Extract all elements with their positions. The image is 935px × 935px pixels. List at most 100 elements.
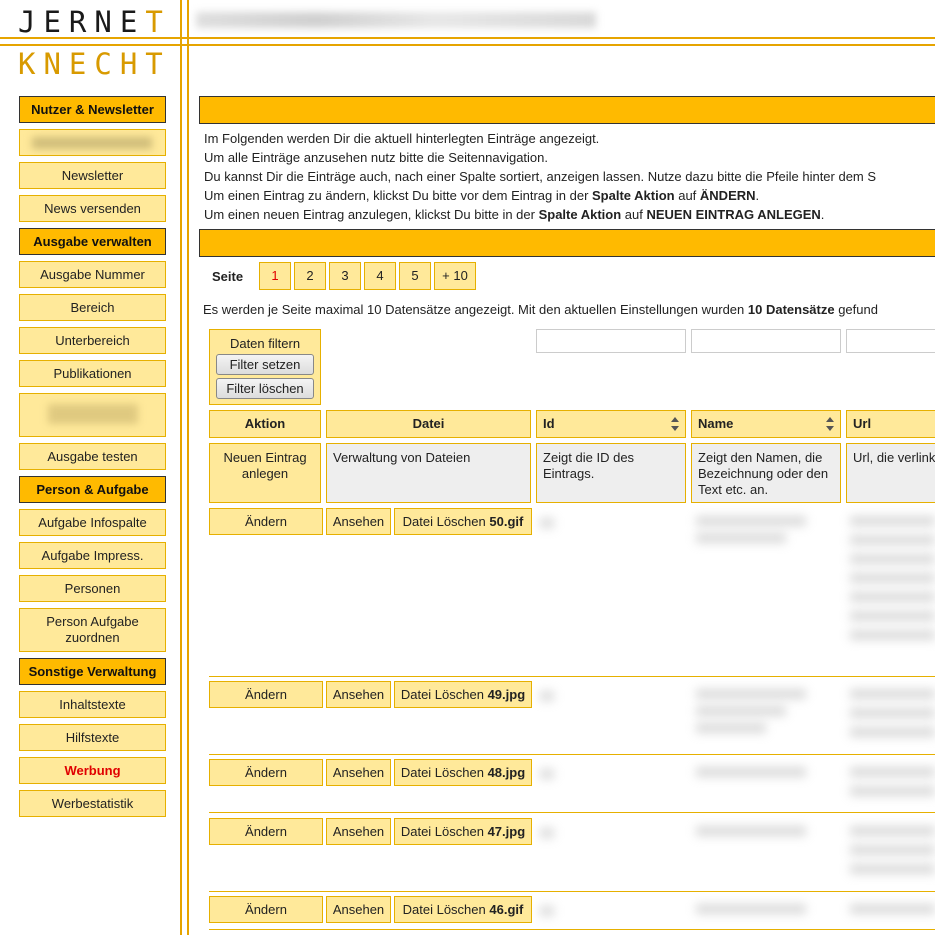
sidebar-nav: Nutzer & Newsletter Newsletter News versen… [19, 96, 166, 823]
sidebar-section-header: Sonstige Verwaltung [19, 658, 166, 685]
blurred-cell [850, 708, 935, 718]
filter-box: Daten filtern Filter setzen Filter lösch… [209, 329, 321, 405]
page-link[interactable]: 2 [294, 262, 326, 290]
edit-button[interactable]: Ändern [209, 818, 323, 845]
blurred-cell [540, 691, 554, 701]
sidebar-section-header: Nutzer & Newsletter [19, 96, 166, 123]
sidebar-item-label: Publikationen [53, 366, 132, 381]
sidebar-item[interactable]: Ausgabe testen [19, 443, 166, 470]
page-link[interactable]: 3 [329, 262, 361, 290]
filter-clear-button[interactable]: Filter löschen [216, 378, 314, 399]
row-divider [209, 929, 935, 930]
blurred-cell [850, 611, 935, 621]
sidebar-item-label: News versenden [44, 201, 141, 216]
blurred-cell [696, 723, 766, 733]
sidebar-item[interactable]: Person Aufgabe zuordnen [19, 608, 166, 652]
sidebar-item[interactable]: Aufgabe Infospalte [19, 509, 166, 536]
blurred-cell [850, 864, 935, 874]
filter-input-name[interactable] [691, 329, 841, 353]
column-header-datei: Datei [326, 410, 531, 438]
edit-button[interactable]: Ändern [209, 896, 323, 923]
view-button[interactable]: Ansehen [326, 896, 391, 923]
logo-line-1: JERNET [18, 5, 171, 39]
file-name: 47.jpg [487, 824, 526, 839]
filter-input-url[interactable] [846, 329, 935, 353]
blurred-cell [850, 516, 935, 526]
filter-input-id[interactable] [536, 329, 686, 353]
blurred-cell [850, 689, 935, 699]
sidebar-item[interactable]: Werbung [19, 757, 166, 784]
blurred-cell [850, 845, 935, 855]
file-name: 49.jpg [487, 687, 526, 702]
column-header-aktion: Aktion [209, 410, 321, 438]
sort-arrows-icon[interactable] [826, 417, 834, 431]
sidebar-item[interactable] [19, 393, 166, 437]
row-divider [209, 676, 935, 677]
sidebar-item[interactable]: Personen [19, 575, 166, 602]
new-entry-button[interactable]: Neuen Eintrag anlegen [209, 443, 321, 503]
file-name: 48.jpg [487, 765, 526, 780]
sidebar-item-label: Inhaltstexte [59, 697, 126, 712]
sidebar-section-header: Person & Aufgabe [19, 476, 166, 503]
column-header-id[interactable]: Id [536, 410, 686, 438]
sidebar-rule-left [180, 0, 182, 935]
sidebar-item[interactable]: Hilfstexte [19, 724, 166, 751]
sidebar-item[interactable]: Unterbereich [19, 327, 166, 354]
delete-file-button[interactable]: Datei Löschen 46.gif [394, 896, 532, 923]
blurred-cell [540, 828, 554, 838]
sidebar-item[interactable]: News versenden [19, 195, 166, 222]
delete-file-button[interactable]: Datei Löschen 48.jpg [394, 759, 532, 786]
sidebar-item-label: Aufgabe Infospalte [38, 515, 147, 530]
description-name: Zeigt den Namen, die Bezeichnung oder de… [691, 443, 841, 503]
edit-button[interactable]: Ändern [209, 508, 323, 535]
delete-file-button[interactable]: Datei Löschen 50.gif [394, 508, 532, 535]
blurred-cell [540, 906, 554, 916]
page-link[interactable]: + 10 [434, 262, 476, 290]
delete-file-button[interactable]: Datei Löschen 49.jpg [394, 681, 532, 708]
blurred-cell [540, 769, 554, 779]
blurred-cell [850, 535, 935, 545]
intro-text: Im Folgenden werden Dir die aktuell hint… [204, 131, 877, 222]
sidebar-item[interactable]: Ausgabe Nummer [19, 261, 166, 288]
edit-button[interactable]: Ändern [209, 759, 323, 786]
blurred-cell [696, 826, 806, 836]
sidebar-item-label: Werbung [64, 763, 121, 778]
filter-title: Daten filtern [229, 336, 301, 351]
delete-label: Datei Löschen [400, 687, 488, 702]
sidebar-item[interactable]: Publikationen [19, 360, 166, 387]
sidebar-item[interactable]: Newsletter [19, 162, 166, 189]
column-header-name[interactable]: Name [691, 410, 841, 438]
sidebar-item-label: Unterbereich [55, 333, 130, 348]
sidebar-item[interactable] [19, 129, 166, 156]
delete-file-button[interactable]: Datei Löschen 47.jpg [394, 818, 532, 845]
sidebar-item[interactable]: Inhaltstexte [19, 691, 166, 718]
blurred-cell [850, 786, 935, 796]
page-link[interactable]: 5 [399, 262, 431, 290]
sidebar-item[interactable]: Aufgabe Impress. [19, 542, 166, 569]
column-header-id-label: Id [543, 416, 555, 431]
file-name: 46.gif [489, 902, 524, 917]
row-divider [209, 812, 935, 813]
sort-arrows-icon[interactable] [671, 417, 679, 431]
view-button[interactable]: Ansehen [326, 681, 391, 708]
main-content: Im Folgenden werden Dir die aktuell hint… [199, 96, 935, 257]
title-bar [199, 96, 935, 124]
description-id: Zeigt die ID des Eintrags. [536, 443, 686, 503]
sidebar-item[interactable]: Werbestatistik [19, 790, 166, 817]
view-button[interactable]: Ansehen [326, 759, 391, 786]
sidebar-item-label: Ausgabe Nummer [40, 267, 145, 282]
page-link[interactable]: 1 [259, 262, 291, 290]
filter-set-button[interactable]: Filter setzen [216, 354, 314, 375]
pagination-label: Seite [212, 269, 244, 284]
sidebar-item-label: Personen [64, 581, 121, 596]
delete-label: Datei Löschen [400, 765, 488, 780]
blurred-cell [540, 518, 554, 528]
page-link[interactable]: 4 [364, 262, 396, 290]
sidebar-item-label: Person & Aufgabe [36, 482, 149, 497]
sidebar-item[interactable]: Bereich [19, 294, 166, 321]
edit-button[interactable]: Ändern [209, 681, 323, 708]
sidebar-item-label: Werbestatistik [51, 796, 134, 811]
view-button[interactable]: Ansehen [326, 818, 391, 845]
view-button[interactable]: Ansehen [326, 508, 391, 535]
sidebar-item-label: Bereich [70, 300, 115, 315]
